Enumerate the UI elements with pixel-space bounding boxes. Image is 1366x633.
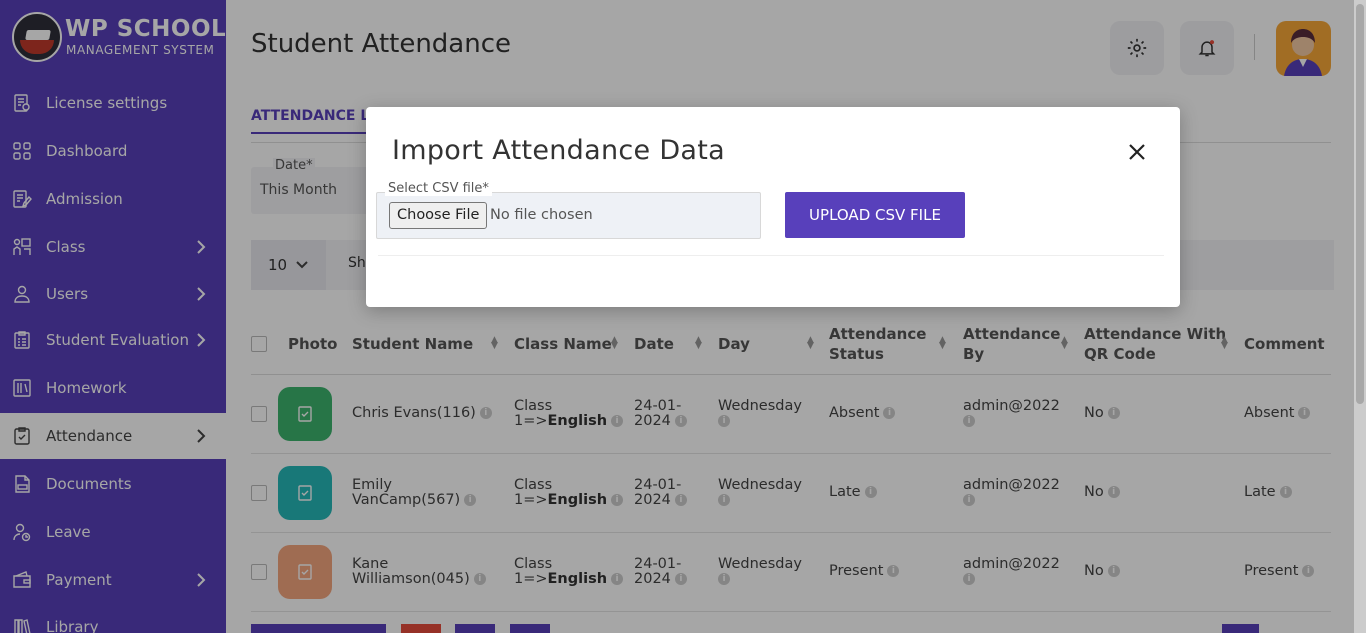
import-attendance-modal: Import Attendance Data Select CSV file* …: [366, 107, 1180, 307]
scrollbar-thumb[interactable]: [1356, 4, 1364, 404]
csv-file-field[interactable]: Select CSV file* Choose File No file cho…: [376, 181, 761, 239]
upload-csv-button[interactable]: UPLOAD CSV FILE: [785, 192, 965, 238]
close-icon[interactable]: [1126, 141, 1148, 163]
modal-divider: [378, 255, 1164, 256]
page-scrollbar[interactable]: [1354, 0, 1366, 633]
modal-title: Import Attendance Data: [392, 135, 725, 166]
csv-file-label: Select CSV file*: [385, 181, 492, 196]
modal-backdrop[interactable]: [0, 0, 1366, 633]
choose-file-button[interactable]: Choose File: [389, 202, 488, 229]
file-status-text: No file chosen: [490, 207, 593, 223]
